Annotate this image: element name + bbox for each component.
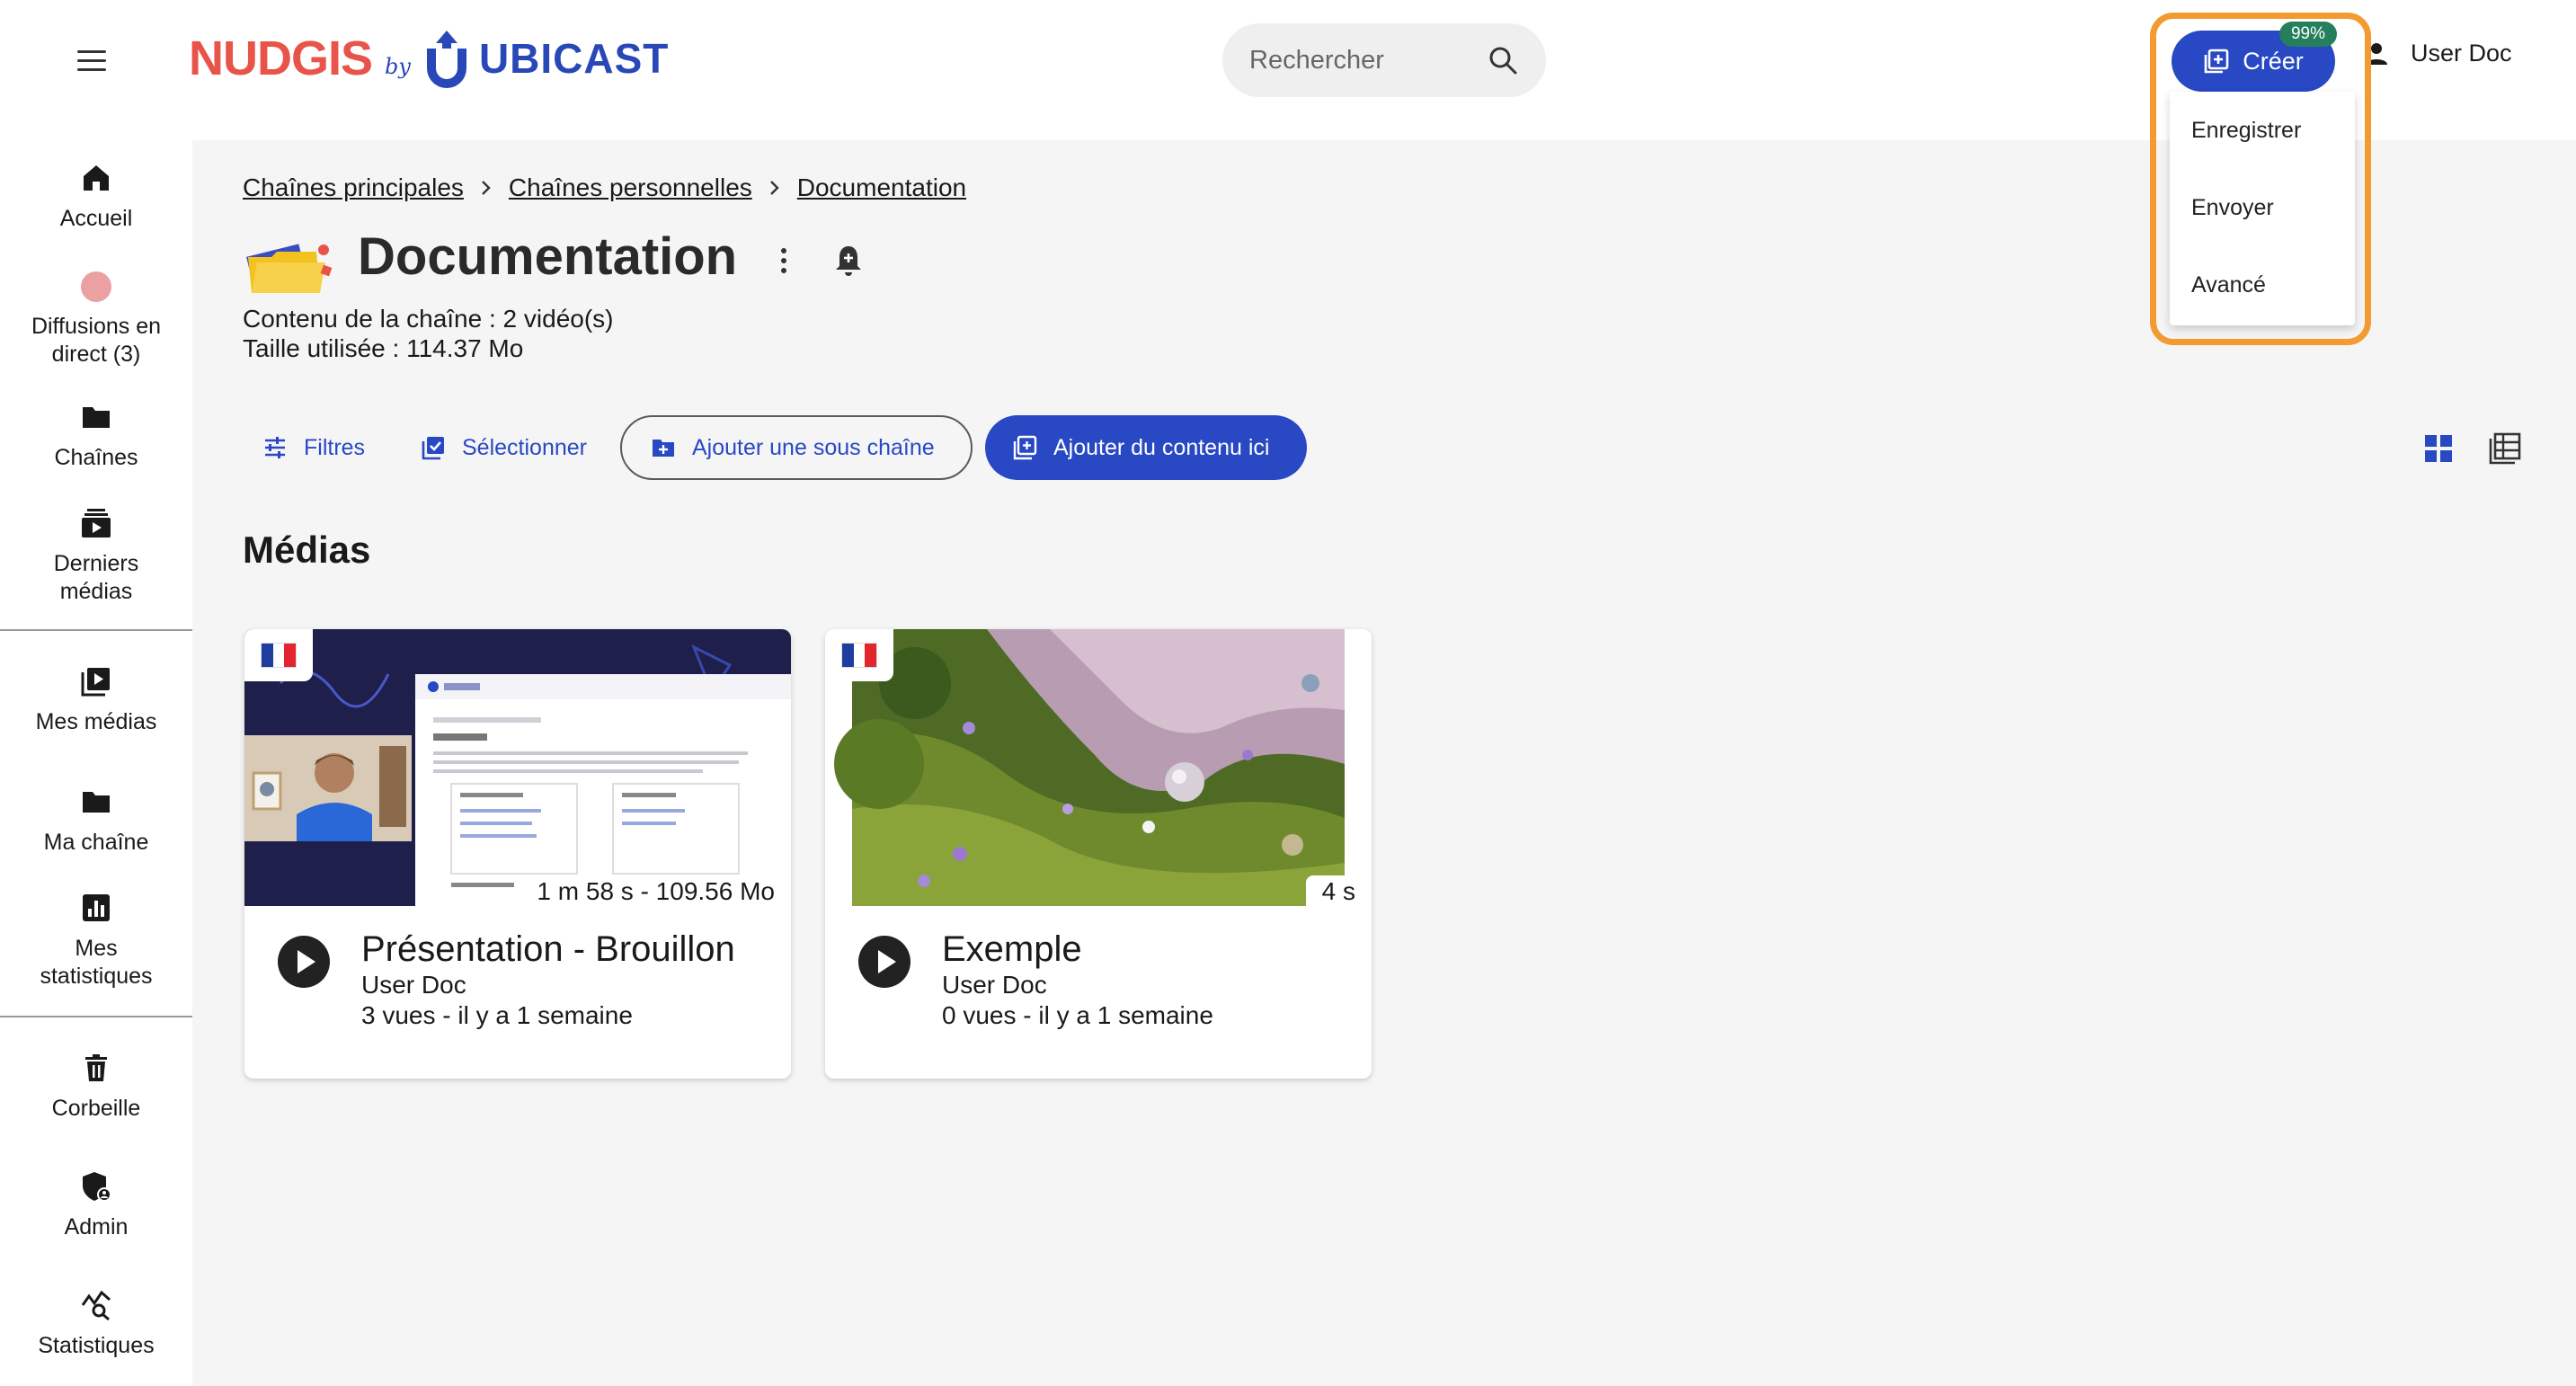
live-dot-icon — [81, 271, 111, 302]
breadcrumb-documentation[interactable]: Documentation — [797, 173, 966, 202]
menu-item-advanced[interactable]: Avancé — [2170, 246, 2355, 324]
channel-meta: Contenu de la chaîne : 2 vidéo(s) Taille… — [243, 304, 613, 363]
media-stack-icon — [82, 509, 111, 538]
add-content-label: Ajouter du contenu ici — [1053, 434, 1270, 460]
sidebar-item-trash[interactable]: Corbeille — [0, 1052, 192, 1123]
sidebar: Accueil Diffusions en direct (3) Chaînes… — [0, 140, 192, 1386]
add-subchannel-label: Ajouter une sous chaîne — [692, 434, 935, 460]
menu-item-record[interactable]: Enregistrer — [2170, 92, 2355, 169]
sidebar-item-label: Accueil — [59, 206, 133, 231]
sidebar-item-statistics[interactable]: Statistiques — [0, 1289, 192, 1360]
select-check-icon — [422, 437, 444, 460]
logo[interactable]: NUDGIS by UBICAST — [189, 27, 669, 90]
media-thumbnail[interactable]: 4 s — [825, 629, 1372, 906]
presentation-thumbnail-image — [244, 629, 791, 906]
user-name: User Doc — [2411, 40, 2512, 67]
media-author: User Doc — [361, 971, 466, 999]
create-label: Créer — [2243, 47, 2304, 75]
add-subchannel-button[interactable]: Ajouter une sous chaîne — [620, 415, 973, 480]
media-author: User Doc — [942, 971, 1047, 999]
media-stats: 3 vues - il y a 1 semaine — [361, 1001, 633, 1029]
home-icon — [84, 165, 109, 191]
media-stats: 0 vues - il y a 1 semaine — [942, 1001, 1213, 1029]
logo-by: by — [385, 54, 411, 79]
folder-icon — [83, 792, 110, 813]
more-options-icon[interactable] — [773, 243, 795, 279]
media-title[interactable]: Exemple — [942, 929, 1082, 970]
breadcrumb-main-channels[interactable]: Chaînes principales — [243, 173, 464, 202]
search-input[interactable]: Rechercher — [1249, 46, 1487, 76]
tune-icon — [265, 437, 285, 458]
admin-shield-icon — [83, 1172, 111, 1202]
chevron-right-icon — [482, 181, 491, 195]
filters-button[interactable]: Filtres — [262, 415, 365, 480]
language-flag-fr — [244, 629, 313, 681]
sidebar-item-my-media[interactable]: Mes médias — [0, 665, 192, 736]
play-icon[interactable] — [857, 935, 911, 989]
media-thumbnail[interactable]: 1 m 58 s - 109.56 Mo — [244, 629, 791, 906]
channel-content-count: Contenu de la chaîne : 2 vidéo(s) — [243, 305, 614, 333]
play-icon[interactable] — [277, 935, 331, 989]
media-duration: 4 s — [1305, 875, 1372, 906]
page-title: Documentation — [358, 227, 738, 286]
sidebar-divider — [0, 1016, 192, 1017]
folder-add-icon — [653, 440, 674, 457]
user-menu[interactable]: User Doc — [2364, 40, 2512, 67]
sidebar-item-label: Mes médias — [35, 709, 157, 734]
breadcrumb-personal-channels[interactable]: Chaînes personnelles — [509, 173, 752, 202]
folder-icon — [83, 407, 110, 428]
filters-label: Filtres — [304, 434, 366, 460]
sidebar-item-my-stats[interactable]: Mes statistiques — [0, 892, 192, 991]
media-duration: 1 m 58 s - 109.56 Mo — [520, 875, 791, 906]
trash-icon — [85, 1054, 107, 1081]
channel-size: Taille utilisée : 114.37 Mo — [243, 334, 524, 362]
bell-add-icon[interactable] — [832, 243, 865, 279]
sidebar-item-label: Diffusions en direct (3) — [31, 314, 162, 367]
chevron-right-icon — [769, 181, 779, 195]
sidebar-item-label: Derniers médias — [53, 551, 139, 604]
menu-icon[interactable] — [77, 47, 113, 74]
sidebar-item-label: Admin — [64, 1214, 129, 1239]
create-dropdown: Enregistrer Envoyer Avancé — [2170, 92, 2355, 325]
media-card[interactable]: 1 m 58 s - 109.56 Mo Présentation - Brou… — [244, 629, 791, 1079]
add-content-button[interactable]: Ajouter du contenu ici — [985, 415, 1308, 480]
sidebar-item-my-channel[interactable]: Ma chaîne — [0, 786, 192, 857]
sidebar-item-channels[interactable]: Chaînes — [0, 401, 192, 472]
sidebar-item-label: Corbeille — [51, 1096, 141, 1121]
sidebar-item-label: Mes statistiques — [40, 936, 153, 989]
select-label: Sélectionner — [462, 434, 587, 460]
grid-view-icon[interactable] — [2423, 433, 2454, 464]
media-card[interactable]: 4 s Exemple User Doc 0 vues - il y a 1 s… — [825, 629, 1372, 1079]
select-button[interactable]: Sélectionner — [421, 415, 587, 480]
search-icon[interactable] — [1487, 44, 1519, 76]
search-bar[interactable]: Rechercher — [1222, 23, 1546, 97]
add-box-icon — [2204, 49, 2229, 74]
sidebar-divider — [0, 629, 192, 631]
sidebar-item-label: Ma chaîne — [43, 830, 149, 855]
breadcrumb: Chaînes principales Chaînes personnelles… — [243, 173, 966, 202]
sidebar-item-home[interactable]: Accueil — [0, 162, 192, 233]
menu-item-upload[interactable]: Envoyer — [2170, 169, 2355, 246]
logo-brand: NUDGIS — [189, 31, 373, 85]
media-title[interactable]: Présentation - Brouillon — [361, 929, 735, 970]
my-media-icon — [81, 668, 110, 697]
section-title-medias: Médias — [243, 529, 371, 571]
stats-icon — [83, 894, 110, 921]
sidebar-item-admin[interactable]: Admin — [0, 1170, 192, 1241]
table-view-icon[interactable] — [2488, 431, 2522, 466]
ubicast-logo-icon — [426, 31, 466, 88]
folder-illustration-icon — [246, 244, 333, 293]
sidebar-item-label: Chaînes — [54, 445, 138, 470]
add-box-icon — [1013, 435, 1037, 460]
logo-company: UBICAST — [478, 35, 670, 82]
sidebar-item-latest-media[interactable]: Derniers médias — [0, 507, 192, 606]
sidebar-item-label: Statistiques — [38, 1333, 155, 1358]
language-flag-fr — [825, 629, 893, 681]
sidebar-item-live[interactable]: Diffusions en direct (3) — [0, 271, 192, 369]
nature-thumbnail-image — [825, 629, 1372, 906]
analytics-icon — [81, 1290, 111, 1321]
upload-progress-badge: 99% — [2279, 22, 2337, 47]
